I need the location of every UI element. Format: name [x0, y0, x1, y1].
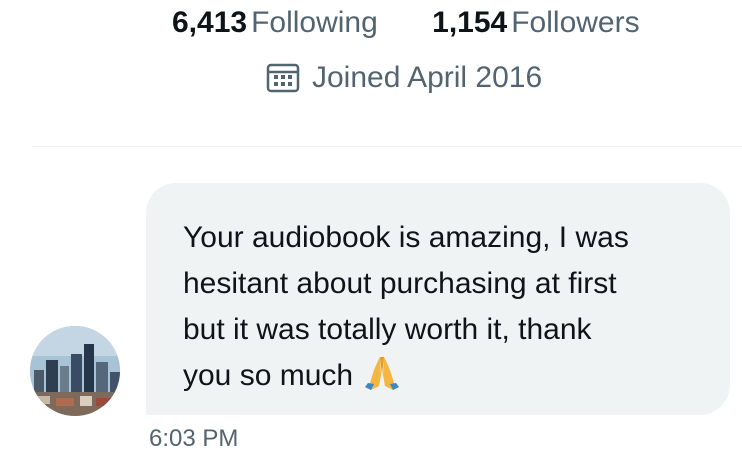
profile-dm-view: 6,413 Following 1,154 Followers Joined Apr… — [0, 0, 742, 472]
profile-stats: 6,413 Following 1,154 Followers — [172, 3, 640, 43]
divider — [32, 146, 742, 147]
folded-hands-emoji — [365, 357, 400, 390]
followers-label: Followers — [511, 6, 640, 39]
joined-label: Joined April 2016 — [312, 61, 543, 94]
following-count: 6,413 — [172, 6, 248, 39]
following-label: Following — [251, 6, 378, 39]
message-timestamp: 6:03 PM — [149, 425, 239, 452]
followers-count: 1,154 — [432, 6, 508, 39]
avatar-image — [30, 326, 120, 416]
joined-date: Joined April 2016 — [266, 58, 542, 98]
calendar-icon — [266, 63, 300, 93]
message-text: Your audiobook is amazing, I was hesitan… — [183, 221, 629, 392]
message-bubble[interactable]: Your audiobook is amazing, I was hesitan… — [146, 183, 730, 415]
message-body: Your audiobook is amazing, I was hesitan… — [183, 215, 694, 399]
followers-link[interactable]: 1,154 Followers — [432, 3, 639, 43]
following-link[interactable]: 6,413 Following — [172, 3, 378, 43]
avatar[interactable] — [30, 326, 120, 416]
